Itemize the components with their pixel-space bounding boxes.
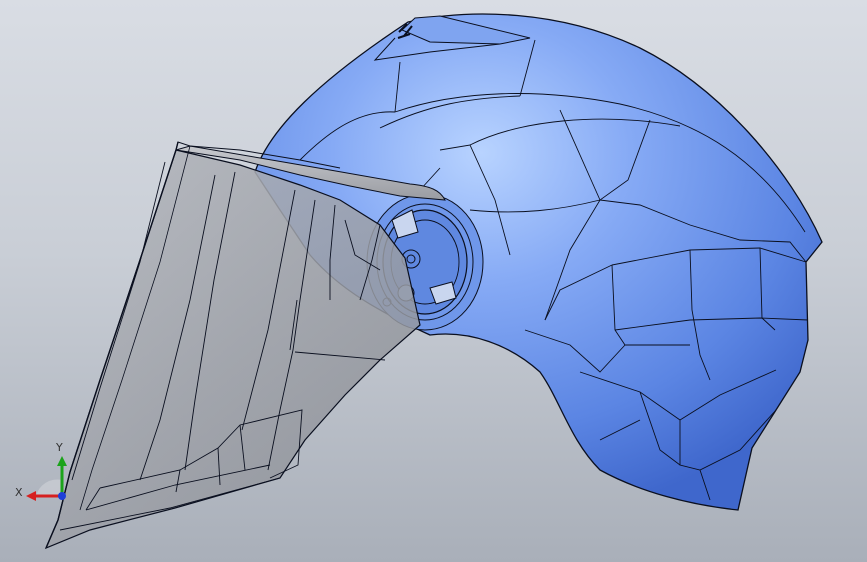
y-axis-label: Y <box>56 441 63 454</box>
helmet-model[interactable] <box>0 0 867 562</box>
x-axis-arrowhead <box>26 491 36 501</box>
z-axis-dot <box>58 492 66 500</box>
y-axis-arrowhead <box>57 456 67 466</box>
triad-plane <box>36 479 62 496</box>
cad-viewport[interactable]: Y X <box>0 0 867 562</box>
coordinate-triad-icon: Y X <box>10 440 80 510</box>
x-axis-label: X <box>15 486 23 499</box>
